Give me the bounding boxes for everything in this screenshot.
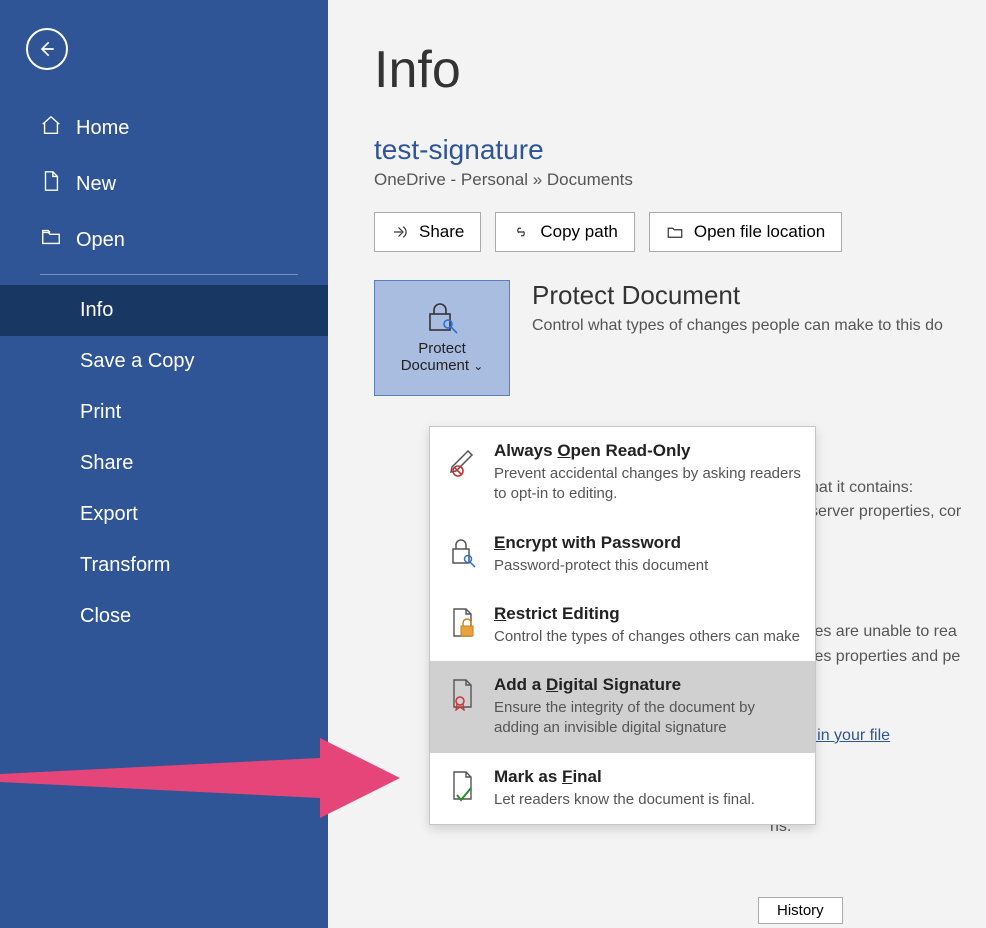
menu-title: Encrypt with Password: [494, 533, 708, 553]
protect-document-menu: Always Open Read-Only Prevent accidental…: [429, 426, 816, 825]
home-icon: [40, 114, 62, 142]
menu-title: Add a Digital Signature: [494, 675, 801, 695]
folder-icon: [666, 223, 684, 241]
file-check-icon: [446, 767, 480, 803]
sidebar-new[interactable]: New: [0, 156, 328, 212]
sidebar-close[interactable]: Close: [0, 591, 328, 642]
sidebar-open-label: Open: [76, 229, 125, 252]
menu-desc: Control the types of changes others can …: [494, 627, 800, 647]
sidebar-home[interactable]: Home: [0, 100, 328, 156]
copy-path-button[interactable]: Copy path: [495, 212, 635, 252]
copy-path-label: Copy path: [540, 222, 618, 242]
sidebar-export[interactable]: Export: [0, 489, 328, 540]
protect-desc: Control what types of changes people can…: [532, 317, 943, 335]
file-ribbon-icon: [446, 675, 480, 711]
sidebar-home-label: Home: [76, 117, 129, 140]
pencil-block-icon: [446, 441, 480, 477]
sidebar: Home New Open Info Save a Copy Print Sha…: [0, 0, 328, 928]
share-label: Share: [419, 222, 464, 242]
menu-title: Always Open Read-Only: [494, 441, 801, 461]
sidebar-save-copy[interactable]: Save a Copy: [0, 336, 328, 387]
history-remnant: History: [758, 897, 843, 924]
tile-line2: Document: [401, 357, 469, 374]
back-button[interactable]: [26, 28, 68, 70]
menu-mark-final[interactable]: Mark as Final Let readers know the docum…: [430, 753, 815, 824]
sidebar-print[interactable]: Print: [0, 387, 328, 438]
back-arrow-icon: [37, 39, 57, 59]
protect-document-button[interactable]: Protect Document ⌄: [374, 280, 510, 396]
share-icon: [391, 223, 409, 241]
action-row: Share Copy path Open file location: [374, 212, 986, 252]
menu-title: Restrict Editing: [494, 604, 800, 624]
menu-title: Mark as Final: [494, 767, 755, 787]
menu-always-open-read-only[interactable]: Always Open Read-Only Prevent accidental…: [430, 427, 815, 519]
menu-desc: Let readers know the document is final.: [494, 790, 755, 810]
menu-desc: Prevent accidental changes by asking rea…: [494, 464, 801, 505]
protect-text: Protect Document Control what types of c…: [532, 280, 943, 335]
protect-section: Protect Document ⌄ Protect Document Cont…: [374, 280, 986, 396]
page-title: Info: [374, 40, 986, 100]
lock-key-icon: [446, 533, 480, 569]
sidebar-divider: [40, 274, 298, 275]
menu-encrypt-password[interactable]: Encrypt with Password Password-protect t…: [430, 519, 815, 590]
menu-add-digital-signature[interactable]: Add a Digital Signature Ensure the integ…: [430, 661, 815, 753]
menu-desc: Password-protect this document: [494, 556, 708, 576]
breadcrumb: OneDrive - Personal » Documents: [374, 170, 986, 190]
link-icon: [512, 223, 530, 241]
document-title: test-signature: [374, 134, 986, 166]
backstage-view: Home New Open Info Save a Copy Print Sha…: [0, 0, 986, 928]
open-location-button[interactable]: Open file location: [649, 212, 842, 252]
sidebar-share[interactable]: Share: [0, 438, 328, 489]
tile-line1: Protect: [418, 340, 466, 357]
sidebar-info[interactable]: Info: [0, 285, 328, 336]
open-location-label: Open file location: [694, 222, 825, 242]
sidebar-new-label: New: [76, 173, 116, 196]
file-lock-icon: [446, 604, 480, 640]
folder-open-icon: [40, 226, 62, 254]
protect-heading: Protect Document: [532, 280, 943, 311]
lock-key-icon: [424, 302, 460, 334]
menu-restrict-editing[interactable]: Restrict Editing Control the types of ch…: [430, 590, 815, 661]
file-icon: [40, 170, 62, 198]
sidebar-open[interactable]: Open: [0, 212, 328, 268]
sidebar-transform[interactable]: Transform: [0, 540, 328, 591]
menu-desc: Ensure the integrity of the document by …: [494, 698, 801, 739]
chevron-down-icon: ⌄: [473, 359, 483, 373]
share-button[interactable]: Share: [374, 212, 481, 252]
